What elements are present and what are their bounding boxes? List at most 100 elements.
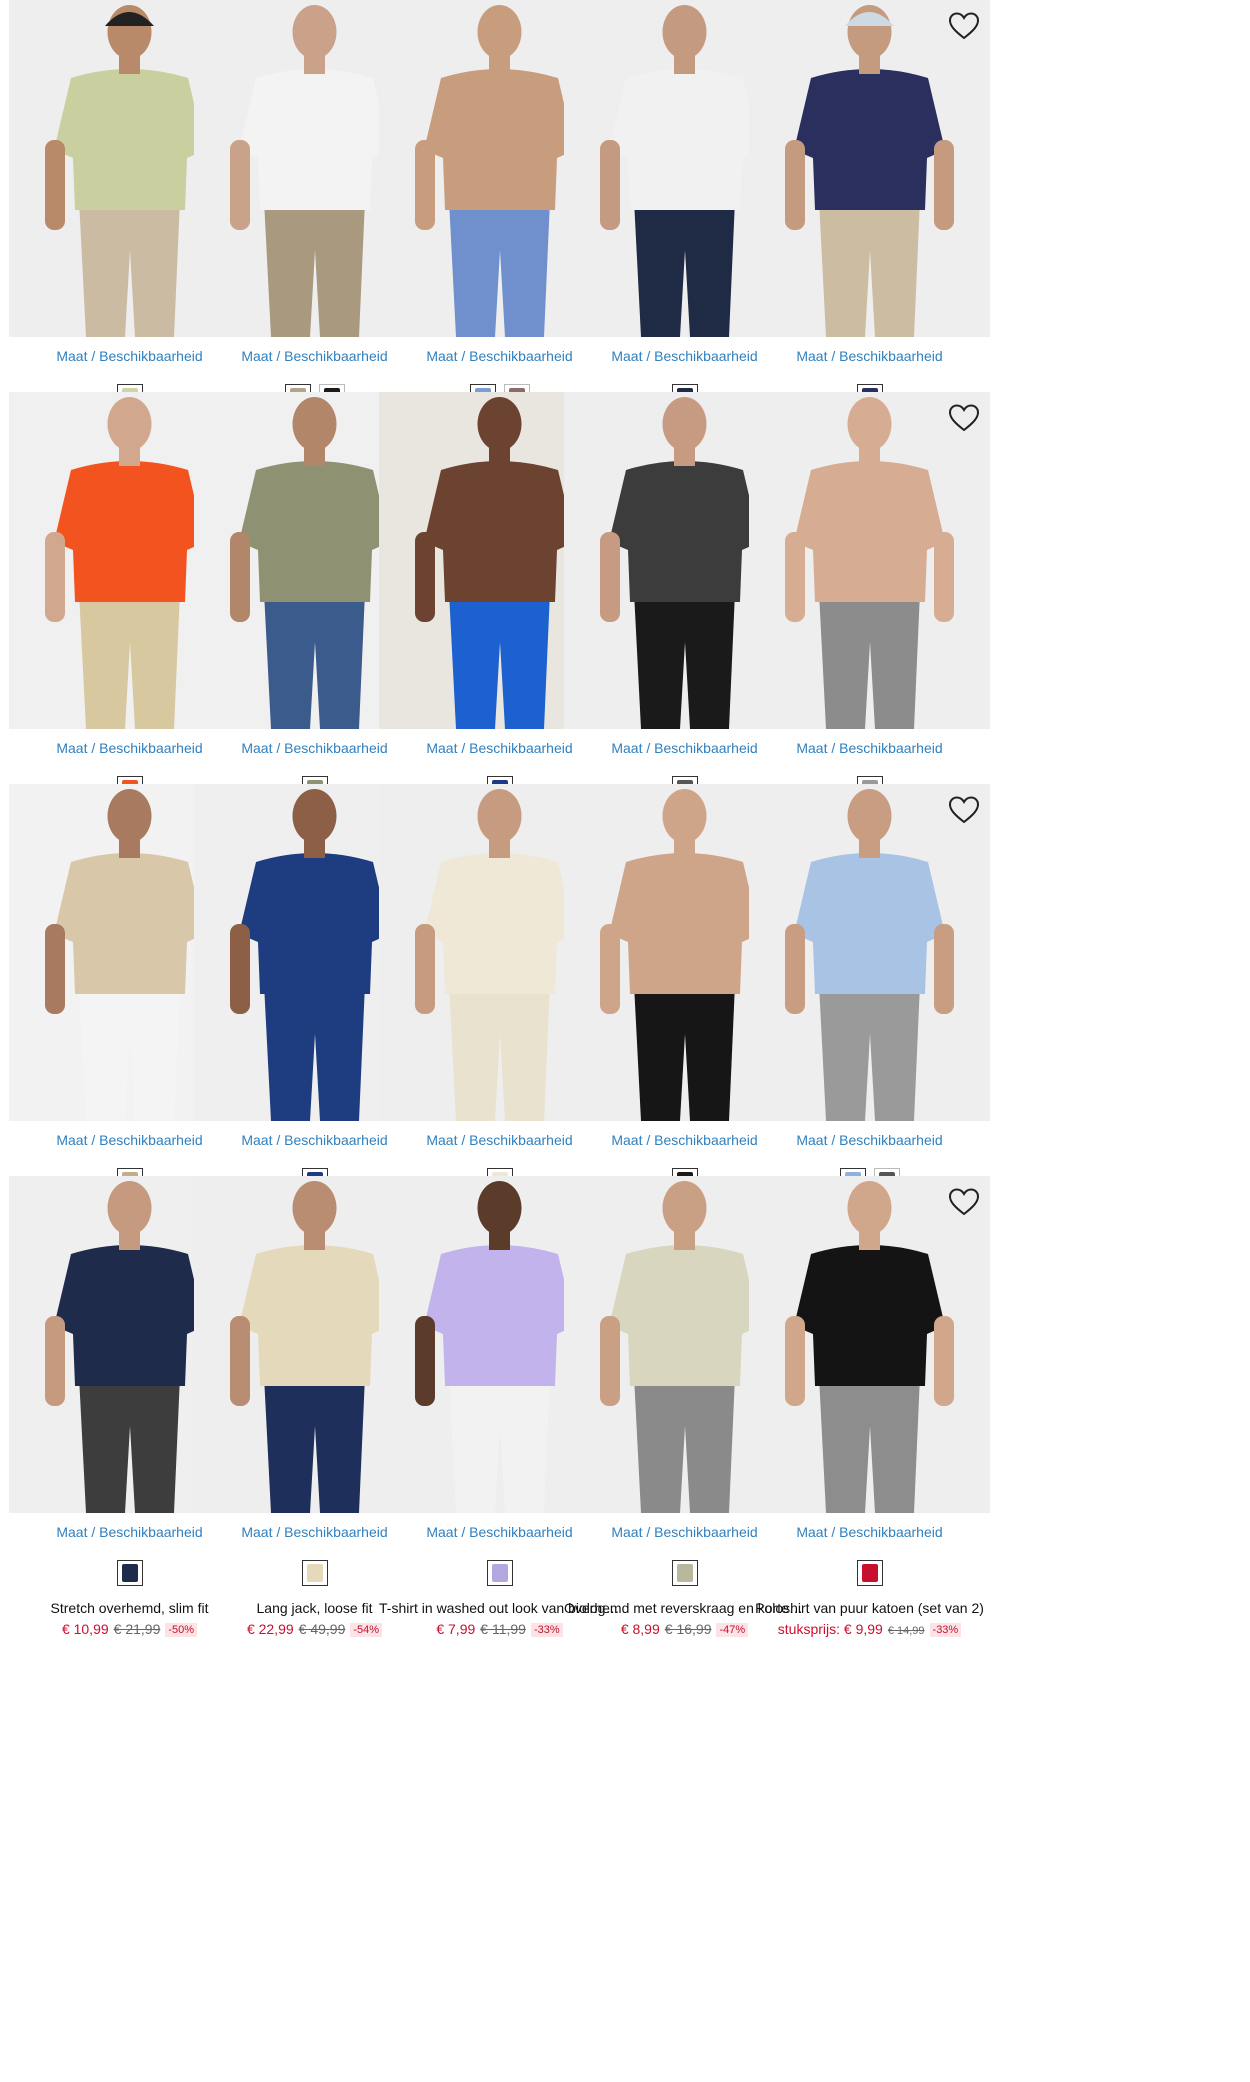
- product-photo: [749, 1176, 990, 1513]
- discount-badge: -33%: [530, 1623, 563, 1637]
- arm-right: [934, 924, 954, 1014]
- product-photo: [749, 0, 990, 337]
- head: [107, 789, 152, 843]
- garment-top: [239, 461, 390, 602]
- garment-top: [609, 1245, 760, 1386]
- arm-right: [934, 140, 954, 230]
- arm-left: [230, 532, 250, 622]
- sale-price: € 10,99: [61, 1621, 109, 1637]
- sale-price: € 8,99: [620, 1621, 660, 1637]
- discount-badge: -54%: [350, 1623, 383, 1637]
- original-price: € 49,99: [298, 1621, 346, 1637]
- head: [662, 5, 707, 59]
- product-photo: [749, 392, 990, 729]
- head: [477, 397, 522, 451]
- heart-outline-icon[interactable]: [946, 1184, 982, 1220]
- arm-left: [600, 140, 620, 230]
- heart-outline-icon[interactable]: [946, 8, 982, 44]
- head: [847, 1181, 892, 1235]
- garment-top: [54, 69, 205, 210]
- product-price: stuksprijs: € 9,99 € 14,99 -33%: [749, 1621, 990, 1637]
- garment-top: [794, 853, 945, 994]
- garment-top: [424, 461, 575, 602]
- color-swatches: [749, 1558, 990, 1588]
- garment-top: [609, 853, 760, 994]
- original-price: € 11,99: [480, 1621, 526, 1637]
- discount-badge: -47%: [716, 1623, 749, 1637]
- color-swatch[interactable]: [301, 1560, 328, 1586]
- heart-outline-icon[interactable]: [946, 400, 982, 436]
- product-image[interactable]: [749, 1176, 990, 1513]
- product-grid: Maat / BeschikbaarheidBatman T-shirt€ 9,…: [0, 0, 1250, 2082]
- product-name[interactable]: Poloshirt van puur katoen (set van 2): [749, 1600, 990, 1616]
- head: [477, 1181, 522, 1235]
- size-availability-link[interactable]: Maat / Beschikbaarheid: [749, 1524, 990, 1540]
- garment-top: [239, 1245, 390, 1386]
- garment-top: [424, 69, 575, 210]
- arm-left: [415, 1316, 435, 1406]
- color-swatch[interactable]: [671, 1560, 698, 1586]
- discount-badge: -50%: [165, 1623, 198, 1637]
- arm-left: [230, 140, 250, 230]
- size-availability-link[interactable]: Maat / Beschikbaarheid: [749, 348, 990, 364]
- heart-outline-icon[interactable]: [946, 792, 982, 828]
- garment-top: [609, 69, 760, 210]
- head: [847, 397, 892, 451]
- current-price: € 8,99: [621, 1621, 660, 1637]
- arm-left: [600, 924, 620, 1014]
- arm-left: [415, 924, 435, 1014]
- color-swatch[interactable]: [486, 1560, 513, 1586]
- sale-price: € 9,99: [843, 1621, 883, 1637]
- head: [107, 1181, 152, 1235]
- garment-top: [794, 1245, 945, 1386]
- garment-top: [239, 853, 390, 994]
- arm-left: [600, 532, 620, 622]
- head: [662, 1181, 707, 1235]
- arm-left: [230, 1316, 250, 1406]
- color-swatch[interactable]: [116, 1560, 143, 1586]
- head: [292, 789, 337, 843]
- arm-left: [785, 532, 805, 622]
- head: [477, 5, 522, 59]
- arm-left: [45, 532, 65, 622]
- arm-left: [415, 140, 435, 230]
- color-swatch[interactable]: [856, 1560, 883, 1586]
- arm-left: [230, 924, 250, 1014]
- head: [292, 5, 337, 59]
- head: [662, 397, 707, 451]
- original-price: € 21,99: [113, 1621, 161, 1637]
- head: [662, 789, 707, 843]
- head: [477, 789, 522, 843]
- product-card[interactable]: Maat / Beschikbaarheid Poloshirt van puur…: [749, 1176, 990, 1646]
- current-price: stuksprijs: € 9,99: [778, 1621, 883, 1637]
- size-availability-link[interactable]: Maat / Beschikbaarheid: [749, 1132, 990, 1148]
- head: [292, 397, 337, 451]
- arm-left: [45, 924, 65, 1014]
- product-image[interactable]: [749, 392, 990, 729]
- current-price: € 7,99: [436, 1621, 475, 1637]
- garment-top: [424, 853, 575, 994]
- size-availability-link[interactable]: Maat / Beschikbaarheid: [749, 740, 990, 756]
- product-image[interactable]: [749, 784, 990, 1121]
- garment-top: [239, 69, 390, 210]
- current-price: € 10,99: [62, 1621, 109, 1637]
- garment-top: [794, 461, 945, 602]
- garment-top: [609, 461, 760, 602]
- current-price: € 22,99: [247, 1621, 294, 1637]
- arm-left: [415, 532, 435, 622]
- garment-top: [54, 853, 205, 994]
- arm-left: [785, 1316, 805, 1406]
- product-image[interactable]: [749, 0, 990, 337]
- discount-badge: -33%: [929, 1623, 962, 1637]
- unit-price-prefix: stuksprijs:: [777, 1621, 844, 1637]
- arm-left: [45, 140, 65, 230]
- original-price: € 16,99: [664, 1621, 712, 1637]
- sale-price: € 22,99: [246, 1621, 294, 1637]
- arm-left: [600, 1316, 620, 1406]
- head: [107, 397, 152, 451]
- garment-top: [794, 69, 945, 210]
- head: [847, 789, 892, 843]
- garment-top: [54, 461, 205, 602]
- head: [292, 1181, 337, 1235]
- sale-price: € 7,99: [436, 1621, 476, 1637]
